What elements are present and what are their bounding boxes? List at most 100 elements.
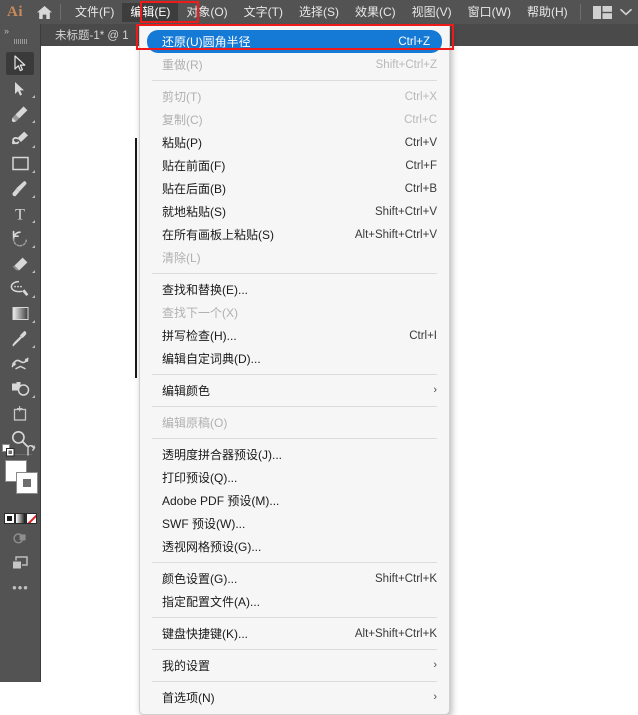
none-mode-icon[interactable] <box>26 512 37 524</box>
rotate-tool[interactable] <box>0 226 40 251</box>
menu-item-edit-custom-dictionary[interactable]: 编辑自定词典(D)... <box>140 347 449 370</box>
selection-tool[interactable] <box>0 51 40 76</box>
menu-item-label: 编辑颜色 <box>162 384 211 398</box>
menu-item-shortcut: Shift+Ctrl+Z <box>375 58 437 71</box>
artboard-tool[interactable] <box>0 401 40 426</box>
svg-text:T: T <box>15 207 25 223</box>
menu-item-view[interactable]: 视图(V) <box>404 3 460 22</box>
paintbrush-tool[interactable] <box>0 176 40 201</box>
menu-item-file[interactable]: 文件(F) <box>67 3 122 22</box>
menu-separator <box>152 406 437 407</box>
menu-item-effect[interactable]: 效果(C) <box>347 3 404 22</box>
menu-item-label: 编辑原稿(O) <box>162 416 228 430</box>
menu-item-help[interactable]: 帮助(H) <box>519 3 576 22</box>
menu-item-swf-presets[interactable]: SWF 预设(W)... <box>140 512 449 535</box>
edit-toolbar-icon[interactable]: ••• <box>0 576 41 598</box>
menu-item-find-and-replace[interactable]: 查找和替换(E)... <box>140 278 449 301</box>
menu-item-edit[interactable]: 编辑(E) <box>122 2 179 22</box>
menu-item-shortcut: Ctrl+I <box>409 329 437 342</box>
stroke-color-swatch[interactable] <box>16 472 38 494</box>
rectangle-tool[interactable] <box>0 151 40 176</box>
menu-item-paste-in-back[interactable]: 贴在后面(B) Ctrl+B <box>140 177 449 200</box>
home-icon[interactable] <box>30 5 58 20</box>
document-tab[interactable]: 未标题-1* @ 1 <box>41 24 143 46</box>
tool-flyout-indicator <box>32 220 35 223</box>
menu-item-cut: 剪切(T) Ctrl+X <box>140 85 449 108</box>
menu-item-edit-colors[interactable]: 编辑颜色 › <box>140 379 449 402</box>
menubar-divider <box>60 4 61 20</box>
menu-bar: Ai 文件(F) 编辑(E) 对象(O) 文字(T) 选择(S) 效果(C) 视… <box>0 0 638 24</box>
menu-item-type[interactable]: 文字(T) <box>236 3 291 22</box>
menu-separator <box>152 374 437 375</box>
tool-flyout-indicator <box>32 95 35 98</box>
menu-item-label: 我的设置 <box>162 659 211 673</box>
menu-items: 文件(F) 编辑(E) 对象(O) 文字(T) 选择(S) 效果(C) 视图(V… <box>67 0 576 24</box>
menu-item-print-presets[interactable]: 打印预设(Q)... <box>140 466 449 489</box>
menu-item-window[interactable]: 窗口(W) <box>460 3 519 22</box>
menu-item-shortcut: Ctrl+Z <box>398 35 430 48</box>
menu-item-adobe-pdf-presets[interactable]: Adobe PDF 预设(M)... <box>140 489 449 512</box>
menu-item-shortcut: Alt+Shift+Ctrl+K <box>354 627 437 640</box>
menu-item-paste[interactable]: 粘贴(P) Ctrl+V <box>140 131 449 154</box>
gradient-mode-icon[interactable] <box>15 512 26 524</box>
menu-item-preferences[interactable]: 首选项(N) › <box>140 686 449 709</box>
menu-item-copy: 复制(C) Ctrl+C <box>140 108 449 131</box>
type-tool[interactable]: T <box>0 201 40 226</box>
submenu-arrow-icon: › <box>433 384 437 396</box>
menu-separator <box>152 617 437 618</box>
menu-item-label: 查找和替换(E)... <box>162 283 248 297</box>
workspace-switcher-icon[interactable] <box>593 5 612 19</box>
color-mode-icon[interactable] <box>4 512 15 524</box>
menu-item-check-spelling[interactable]: 拼写检查(H)... Ctrl+I <box>140 324 449 347</box>
curvature-tool[interactable] <box>0 126 40 151</box>
menu-item-paste-in-place[interactable]: 就地粘贴(S) Shift+Ctrl+V <box>140 200 449 223</box>
menu-item-label: 透明度拼合器预设(J)... <box>162 448 282 462</box>
menu-item-assign-profile[interactable]: 指定配置文件(A)... <box>140 590 449 613</box>
menu-item-label: 首选项(N) <box>162 691 215 705</box>
menu-item-label: 拼写检查(H)... <box>162 329 237 343</box>
menu-item-label: 颜色设置(G)... <box>162 572 238 586</box>
menu-item-label: 还原(U)圆角半径 <box>162 35 251 49</box>
menu-separator <box>152 273 437 274</box>
tool-flyout-indicator <box>32 245 35 248</box>
shaper-tool[interactable] <box>0 276 40 301</box>
menu-item-transparency-flattener-presets[interactable]: 透明度拼合器预设(J)... <box>140 443 449 466</box>
chevron-down-icon[interactable] <box>620 8 632 16</box>
menu-item-shortcut: Shift+Ctrl+K <box>375 572 437 585</box>
menu-item-object[interactable]: 对象(O) <box>178 3 235 22</box>
menu-item-label: 打印预设(Q)... <box>162 471 238 485</box>
blend-tool[interactable] <box>0 351 40 376</box>
menu-item-paste-in-front[interactable]: 贴在前面(F) Ctrl+F <box>140 154 449 177</box>
menubar-right-controls <box>580 0 632 24</box>
menu-item-label: 透视网格预设(G)... <box>162 540 262 554</box>
tools-panel-collapse-handle[interactable]: » <box>0 24 40 38</box>
menu-item-label: 键盘快捷键(K)... <box>162 627 248 641</box>
menu-item-label: 复制(C) <box>162 113 203 127</box>
direct-selection-tool[interactable] <box>0 76 40 101</box>
eraser-tool[interactable] <box>0 251 40 276</box>
eyedropper-tool[interactable] <box>0 326 40 351</box>
menu-item-perspective-grid-presets[interactable]: 透视网格预设(G)... <box>140 535 449 558</box>
tool-flyout-indicator <box>32 295 35 298</box>
screen-mode-icon[interactable] <box>0 550 41 576</box>
menu-item-color-settings[interactable]: 颜色设置(G)... Shift+Ctrl+K <box>140 567 449 590</box>
default-fill-stroke-icon[interactable] <box>2 444 15 457</box>
swap-fill-stroke-icon[interactable] <box>26 444 38 456</box>
menu-item-label: 贴在后面(B) <box>162 182 226 196</box>
drawing-mode-icon[interactable] <box>0 526 41 550</box>
menu-item-label: 清除(L) <box>162 251 201 265</box>
menu-item-select[interactable]: 选择(S) <box>291 3 347 22</box>
menu-item-label: 在所有画板上粘贴(S) <box>162 228 274 242</box>
menu-item-keyboard-shortcuts[interactable]: 键盘快捷键(K)... Alt+Shift+Ctrl+K <box>140 622 449 645</box>
shape-builder-tool[interactable] <box>0 376 40 401</box>
menu-item-label: 编辑自定词典(D)... <box>162 352 261 366</box>
pen-tool[interactable] <box>0 101 40 126</box>
menu-item-my-settings[interactable]: 我的设置 › <box>140 654 449 677</box>
menu-item-find-next: 查找下一个(X) <box>140 301 449 324</box>
menu-item-clear: 清除(L) <box>140 246 449 269</box>
menu-item-undo[interactable]: 还原(U)圆角半径 Ctrl+Z <box>147 30 442 53</box>
tools-panel-drag-grip[interactable] <box>0 38 40 51</box>
menu-item-paste-on-all-artboards[interactable]: 在所有画板上粘贴(S) Alt+Shift+Ctrl+V <box>140 223 449 246</box>
tool-flyout-indicator <box>32 320 35 323</box>
gradient-tool[interactable] <box>0 301 40 326</box>
